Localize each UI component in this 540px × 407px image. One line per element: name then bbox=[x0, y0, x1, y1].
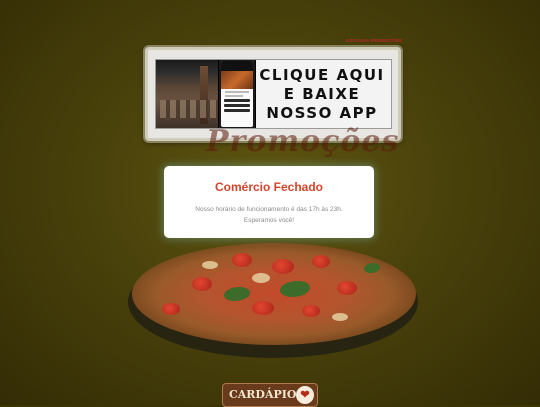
banner-cta-text: CLIQUE AQUI E BAIXE NOSSO APP bbox=[258, 66, 386, 123]
modal-message-line: Nosso horário de funcionamento é das 17h… bbox=[195, 206, 343, 213]
phone-mockup-image bbox=[218, 60, 256, 128]
banner-cta-line: CLIQUE AQUI bbox=[259, 66, 385, 84]
promotions-link[interactable]: ESCOLHA PROMOÇÕES bbox=[346, 38, 402, 43]
promotions-script-heading: Promoções bbox=[206, 124, 400, 159]
modal-message: Nosso horário de funcionamento é das 17h… bbox=[164, 204, 374, 226]
phone-screen bbox=[221, 61, 253, 127]
modal-title: Comércio Fechado bbox=[214, 180, 324, 194]
restaurant-photo bbox=[156, 60, 224, 128]
pizza-image bbox=[132, 243, 416, 345]
banner-content: CLIQUE AQUI E BAIXE NOSSO APP bbox=[155, 59, 392, 129]
banner-cta-line: E BAIXE bbox=[283, 85, 361, 103]
pin-icon: ❤ bbox=[296, 386, 314, 404]
menu-logo-text: CARDÁPIO bbox=[229, 388, 297, 401]
menu-logo-button[interactable]: CARDÁPIO ❤ bbox=[222, 383, 318, 407]
closed-store-modal: Comércio Fechado Nosso horário de funcio… bbox=[164, 166, 374, 238]
modal-message-line: Esperamos você! bbox=[243, 217, 295, 224]
banner-cta-line: NOSSO APP bbox=[266, 104, 378, 122]
